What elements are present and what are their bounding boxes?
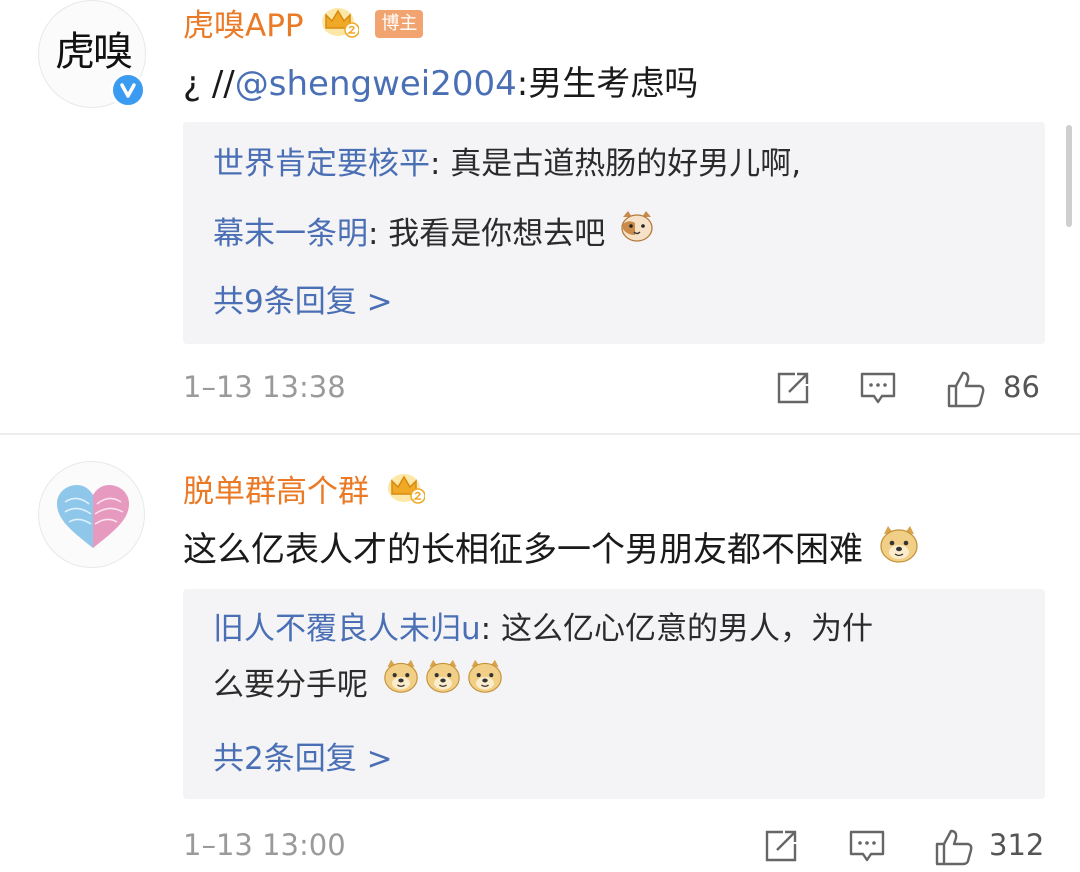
like-count: 312 (989, 828, 1045, 862)
mention-link[interactable]: @shengwei2004 (235, 64, 517, 104)
verified-icon (110, 72, 146, 108)
avatar[interactable] (38, 461, 145, 568)
like-count: 86 (1003, 370, 1040, 404)
author-name[interactable]: 虎嗅APP (183, 8, 304, 44)
reply-author[interactable]: 幕末一条明 (213, 216, 368, 252)
reply-author[interactable]: 世界肯定要核平 (213, 146, 430, 182)
like-icon[interactable] (945, 368, 987, 414)
crown-icon (321, 4, 361, 46)
repost-icon[interactable] (773, 368, 813, 412)
timestamp: 1–13 13:38 (183, 370, 346, 404)
comment-footer: 1–13 13:00 312 (183, 826, 1045, 870)
reply-author[interactable]: 旧人不覆良人未归u (213, 611, 481, 647)
reply-text: : 真是古道热肠的好男儿啊, (430, 146, 802, 182)
view-more-replies-link[interactable]: 共9条回复 > (213, 276, 393, 321)
timestamp: 1–13 13:00 (183, 828, 346, 862)
view-more-replies-link[interactable]: 共2条回复 > (213, 733, 393, 778)
doge-emoji-icon (878, 524, 920, 573)
reply-item-continued: 么要分手呢 (213, 657, 504, 715)
comment-text: ¿ //@shengwei2004:男生考虑吗 (183, 56, 698, 105)
doge-emoji-icon (382, 656, 420, 712)
avatar-logo-text: 虎嗅 (55, 29, 133, 75)
comment-text-suffix: :男生考虑吗 (516, 64, 699, 104)
blogger-badge: 博主 (375, 9, 424, 38)
comment-author[interactable]: 虎嗅APP 博主 (183, 0, 424, 49)
doge-emoji-icon (424, 656, 462, 712)
author-name[interactable]: 脱单群高个群 (183, 474, 369, 510)
reply-preview-box[interactable]: 世界肯定要核平: 真是古道热肠的好男儿啊, 幕末一条明: 我看是你想去吧 共9条… (183, 122, 1045, 344)
reply-item: 幕末一条明: 我看是你想去吧 (213, 206, 655, 264)
reply-text-line2: 么要分手呢 (213, 667, 368, 703)
scrollbar[interactable] (1066, 125, 1072, 227)
repost-icon[interactable] (761, 826, 801, 870)
reply-item: 旧人不覆良人未归u: 这么亿心亿意的男人，为什 (213, 601, 873, 657)
comment-author[interactable]: 脱单群高个群 (183, 466, 426, 515)
reply-text: : 我看是你想去吧 (368, 216, 606, 252)
comment-icon[interactable] (847, 826, 887, 870)
reply-text: : 这么亿心亿意的男人，为什 (480, 611, 873, 647)
heart-avatar-image (57, 485, 129, 548)
crown-icon (387, 470, 426, 512)
reply-item: 世界肯定要核平: 真是古道热肠的好男儿啊, (213, 136, 801, 192)
reply-preview-box[interactable]: 旧人不覆良人未归u: 这么亿心亿意的男人，为什 么要分手呢 共2条回复 > (183, 589, 1045, 799)
cat-emoji-icon (619, 205, 655, 261)
comment-icon[interactable] (858, 368, 898, 412)
comment-text-prefix: ¿ // (183, 64, 235, 104)
comment-footer: 1–13 13:38 86 (183, 368, 1045, 412)
doge-emoji-icon (466, 656, 504, 712)
comment-text: 这么亿表人才的长相征多一个男朋友都不困难 (183, 522, 920, 576)
comment-text-body: 这么亿表人才的长相征多一个男朋友都不困难 (183, 530, 863, 570)
like-icon[interactable] (933, 826, 975, 872)
comment-item: 脱单群高个群 这么亿表人才的长相征多一个男朋友都不困难 旧人不覆良人未归u: 这… (0, 434, 1080, 866)
comment-item: 虎嗅 虎嗅APP 博主 ¿ //@shengwei2004:男生考虑吗 世界肯定… (0, 0, 1080, 434)
